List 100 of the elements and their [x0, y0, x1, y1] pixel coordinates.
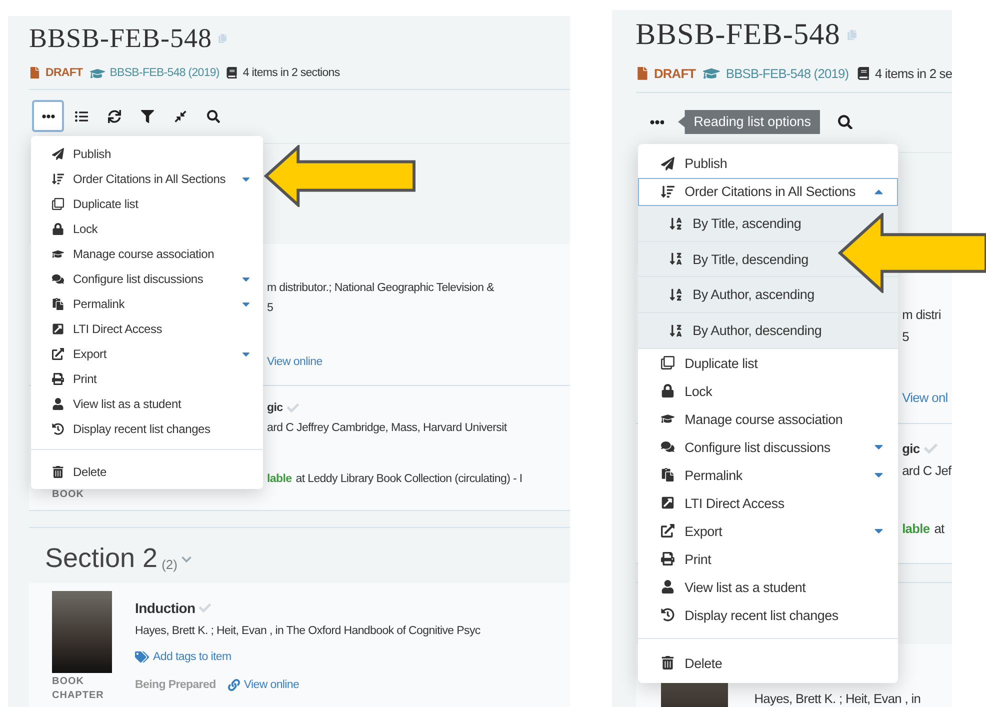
citation-details: Hayes, Brett K. ; Heit, Evan , in [754, 690, 921, 706]
item-type-label: BOOK [52, 488, 85, 502]
menu-item[interactable]: View list as a student [31, 391, 263, 416]
sort-icon [52, 172, 64, 184]
tooltip: Reading list options [678, 110, 820, 134]
location-text: at [934, 520, 944, 536]
menu-item[interactable]: Configure list discussions [31, 266, 263, 291]
more-options-button[interactable] [32, 100, 64, 132]
view-online-link[interactable]: View online [267, 356, 322, 368]
menu-item[interactable]: LTI Direct Access [31, 316, 263, 341]
menu-item[interactable]: Display recent list changes [31, 416, 263, 441]
menu-item[interactable]: Permalink [31, 291, 263, 316]
availability-status: lable [902, 520, 930, 536]
tags-icon [135, 650, 149, 664]
file-icon [29, 67, 40, 79]
copy-icon [218, 34, 228, 42]
user-icon [661, 580, 675, 594]
menu-item[interactable]: Publish [638, 150, 898, 178]
clipboard-icon [661, 468, 675, 482]
check-icon [286, 402, 299, 414]
trash-icon [661, 656, 675, 670]
menu-item[interactable]: Delete [31, 459, 263, 484]
citation-date: 5 [267, 302, 274, 314]
menu-item[interactable]: Manage course association [638, 405, 898, 434]
menu-item[interactable]: Lock [31, 216, 263, 241]
copy-icon [52, 198, 64, 210]
search-icon [206, 110, 220, 122]
menu-item[interactable]: Print [638, 545, 898, 574]
menu-item[interactable]: Duplicate list [638, 349, 898, 378]
citation-title: Induction [135, 600, 196, 616]
submenu-item[interactable]: By Author, ascending [638, 277, 898, 314]
copy-icon [847, 30, 858, 40]
menu-item[interactable]: Order Citations in All Sections [31, 166, 263, 191]
citation-date: 5 [902, 329, 909, 344]
book-icon [856, 67, 870, 80]
sort-icon [661, 185, 675, 199]
menu-item[interactable]: Manage course association [31, 241, 263, 266]
link-icon [228, 679, 240, 691]
citation-details: ard C Jef [902, 463, 952, 478]
list-title: BBSB-FEB-548 [29, 22, 212, 54]
trash-icon [52, 466, 64, 478]
chat-bubbles-icon [52, 272, 64, 284]
menu-item[interactable]: Export [638, 517, 898, 546]
citation-details: ard C Jeffrey Cambridge, Mass, Harvard Universit [267, 422, 507, 434]
status-label: DRAFT [46, 67, 83, 79]
section-title: Section 2 [45, 542, 158, 575]
add-tags-link[interactable]: Add tags to item [153, 651, 232, 663]
menu-item[interactable]: Export [31, 341, 263, 366]
section-count: (2) [162, 557, 178, 572]
sort-descending-icon [669, 324, 683, 338]
graduation-cap-icon [52, 248, 64, 260]
submenu-item[interactable]: By Title, ascending [638, 206, 898, 242]
check-icon [199, 602, 212, 614]
search-icon [838, 114, 853, 130]
refresh-icon [108, 110, 120, 122]
filter-icon [140, 110, 154, 122]
menu-item[interactable]: Publish [31, 141, 263, 166]
view-online-link[interactable]: View onl [902, 390, 948, 405]
menu-item[interactable]: Order Citations in All Sections [638, 178, 898, 206]
history-icon [661, 608, 675, 622]
submenu-item[interactable]: By Author, descending [638, 313, 898, 350]
list-icon [74, 110, 88, 122]
menu-item[interactable]: View list as a student [638, 573, 898, 602]
chat-bubbles-icon [661, 440, 675, 454]
user-icon [52, 398, 64, 410]
sort-ascending-icon [669, 216, 683, 230]
paper-plane-icon [52, 148, 64, 160]
citation-details: Hayes, Brett K. ; Heit, Evan , in The Oxford Handbook of Cognitive Psyc [135, 625, 480, 637]
menu-item[interactable]: Lock [638, 377, 898, 406]
availability-status: lable [267, 473, 292, 485]
citation-details: m distributor.; National Geographic Television & [267, 282, 494, 294]
view-online-link[interactable]: View online [244, 679, 300, 691]
file-icon [636, 67, 648, 80]
sort-ascending-icon [669, 288, 683, 302]
graduation-cap-icon [661, 412, 675, 426]
menu-item[interactable]: Duplicate list [31, 191, 263, 216]
list-title: BBSB-FEB-548 [636, 17, 840, 52]
check-icon [924, 442, 938, 456]
citation-title: gic [902, 441, 920, 456]
location-text: at Leddy Library Book Collection (circulating) - I [296, 473, 522, 485]
item-type-label: BOOK CHAPTER [52, 675, 102, 703]
external-link-icon [661, 524, 675, 538]
citation-title: gic [267, 402, 283, 414]
menu-item[interactable]: Print [31, 366, 263, 391]
citation-details: m distri [902, 306, 941, 322]
lock-icon [52, 222, 64, 234]
menu-item[interactable]: Display recent list changes [638, 601, 898, 630]
status-label: DRAFT [654, 66, 696, 82]
history-icon [52, 422, 64, 434]
menu-item[interactable]: Permalink [638, 461, 898, 490]
menu-item[interactable]: Delete [638, 649, 898, 678]
clipboard-icon [52, 298, 64, 310]
copy-icon [661, 356, 675, 370]
status-text: Being Prepared [135, 679, 216, 691]
collapse-icon [174, 110, 186, 122]
menu-item[interactable]: LTI Direct Access [638, 489, 898, 518]
book-icon [226, 67, 238, 79]
items-summary: 4 items in 2 sections [242, 67, 340, 79]
paper-plane-icon [661, 157, 675, 171]
menu-item[interactable]: Configure list discussions [638, 433, 898, 462]
